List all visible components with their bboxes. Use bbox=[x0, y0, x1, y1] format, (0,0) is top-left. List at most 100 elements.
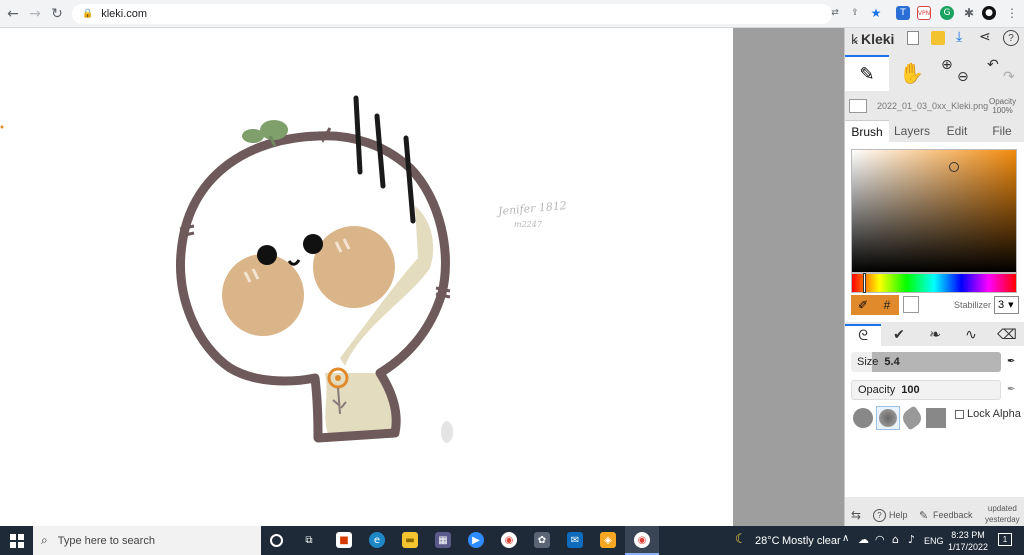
hand-tool-icon[interactable]: ✋ bbox=[899, 61, 924, 85]
size-pressure-icon[interactable]: ✒ bbox=[1007, 356, 1015, 367]
updated-info: updated yesterday bbox=[985, 503, 1020, 525]
save-icon[interactable] bbox=[931, 31, 945, 45]
forward-icon[interactable]: → bbox=[24, 3, 46, 25]
file-name: 2022_01_03_0xx_Kleki.png bbox=[877, 101, 989, 111]
hue-slider[interactable] bbox=[851, 273, 1017, 293]
size-slider[interactable]: Size 5.4 bbox=[851, 352, 1001, 372]
cloud-icon[interactable]: ☁ bbox=[858, 533, 869, 546]
volume-icon[interactable]: ♪ bbox=[908, 533, 915, 546]
extension-blue-icon[interactable]: T bbox=[896, 6, 910, 20]
chrome-app-icon[interactable]: ◉ bbox=[501, 532, 517, 548]
edge-browser-icon[interactable]: e bbox=[369, 532, 385, 548]
square-brush-shape[interactable] bbox=[926, 408, 946, 428]
reload-icon[interactable]: ↻ bbox=[46, 3, 68, 25]
notification-count: 1 bbox=[1002, 535, 1008, 544]
zoom-in-icon[interactable]: ⊕ bbox=[941, 57, 953, 73]
back-icon[interactable]: ← bbox=[2, 3, 24, 25]
swap-side-icon[interactable]: ⇆ bbox=[851, 508, 861, 522]
eraser-icon[interactable]: ⌫ bbox=[989, 324, 1024, 346]
orange-app-icon[interactable]: ◈ bbox=[600, 532, 616, 548]
undo-icon[interactable]: ↶ bbox=[987, 57, 999, 73]
secondary-color-swatch[interactable] bbox=[903, 296, 919, 313]
pen-brush-icon[interactable]: ᘓ bbox=[845, 324, 881, 346]
windows-start-icon[interactable] bbox=[10, 534, 24, 548]
updated-line1: updated bbox=[987, 504, 1017, 513]
share-icon[interactable]: ⇪ bbox=[848, 6, 862, 20]
language-indicator[interactable]: ENG bbox=[924, 536, 944, 546]
lock-icon: 🔒 bbox=[82, 9, 94, 19]
paint-app-icon[interactable]: ✿ bbox=[534, 532, 550, 548]
taskbar-search-box[interactable]: ⌕ Type here to search bbox=[33, 526, 261, 555]
wifi-icon[interactable]: ◠ bbox=[875, 533, 885, 546]
size-label: Size bbox=[857, 356, 879, 368]
hue-slider-handle[interactable] bbox=[863, 273, 866, 293]
eyedropper-icon[interactable]: ✐ bbox=[851, 295, 875, 315]
extension-red-icon[interactable]: VPN bbox=[917, 6, 931, 20]
tab-layers[interactable]: Layers bbox=[889, 120, 935, 142]
help-icon[interactable]: ? bbox=[1003, 30, 1019, 46]
shape-brush-icon[interactable]: ∿ bbox=[953, 324, 989, 346]
network-icon[interactable]: ⌂ bbox=[892, 533, 899, 546]
help-link[interactable]: Help bbox=[889, 510, 908, 520]
tab-brush[interactable]: Brush bbox=[845, 120, 889, 142]
canvas-margin bbox=[733, 28, 844, 526]
brush-tool-icon[interactable]: ✎ bbox=[845, 55, 889, 91]
task-view-icon[interactable]: ⧉ bbox=[301, 532, 317, 548]
chevron-down-icon: ▼ bbox=[1008, 301, 1014, 309]
clock-date: 1/17/2022 bbox=[947, 542, 989, 552]
lock-alpha-checkbox[interactable] bbox=[955, 409, 964, 419]
soft-brush-preview bbox=[879, 409, 897, 427]
color-saturation-picker[interactable] bbox=[851, 149, 1017, 273]
file-explorer-icon[interactable]: ▬ bbox=[402, 532, 418, 548]
translate-icon[interactable]: ⇄ bbox=[828, 6, 842, 20]
opacity-pressure-icon[interactable]: ✒ bbox=[1007, 384, 1015, 395]
help-circle-icon[interactable]: ? bbox=[873, 508, 886, 522]
notification-center-icon[interactable]: 1 bbox=[998, 533, 1012, 546]
hex-input-button[interactable]: # bbox=[875, 295, 899, 315]
soft-brush-shape[interactable] bbox=[876, 406, 900, 430]
windows-taskbar: ⌕ Type here to search ⧉ ■ e ▬ ▦ ▶ ◉ ✿ ✉ … bbox=[0, 526, 1024, 555]
extensions-puzzle-icon[interactable]: ✱ bbox=[962, 6, 976, 20]
office-app-icon[interactable]: ■ bbox=[336, 532, 352, 548]
lock-alpha-option[interactable]: Lock Alpha bbox=[955, 408, 1021, 420]
blend-brush-icon[interactable]: ✔ bbox=[881, 324, 917, 346]
feedback-link[interactable]: Feedback bbox=[933, 510, 973, 520]
redo-icon[interactable]: ↷ bbox=[1003, 69, 1015, 85]
grammarly-icon[interactable]: G bbox=[940, 6, 954, 20]
tab-file[interactable]: File bbox=[979, 120, 1024, 142]
weather-desc[interactable]: Mostly clear bbox=[782, 535, 841, 547]
address-bar[interactable]: 🔒 kleki.com bbox=[72, 4, 832, 24]
bookmark-star-icon[interactable]: ★ bbox=[869, 6, 883, 20]
sketchy-brush-icon[interactable]: ❧ bbox=[917, 324, 953, 346]
stabilizer-select[interactable]: 3 ▼ bbox=[994, 296, 1019, 314]
stabilizer-value: 3 bbox=[998, 299, 1005, 311]
drawing-canvas[interactable]: Jenifer 1812 m2247 bbox=[0, 28, 733, 526]
moon-weather-icon: ☾ bbox=[735, 532, 747, 547]
profile-avatar[interactable]: ● bbox=[982, 6, 996, 20]
tray-chevron-icon[interactable]: ∧ bbox=[842, 533, 849, 544]
panel-footer: ⇆ ? Help ✎ Feedback updated yesterday bbox=[845, 504, 1024, 526]
brush-opacity-slider[interactable]: Opacity 100 bbox=[851, 380, 1001, 400]
download-icon[interactable]: ⤓ bbox=[956, 29, 962, 45]
opacity-indicator-value: 100% bbox=[992, 106, 1013, 115]
chrome-active-icon: ◉ bbox=[634, 532, 650, 548]
signature-subtext: m2247 bbox=[514, 220, 542, 229]
tab-edit[interactable]: Edit bbox=[935, 120, 979, 142]
weather-temp[interactable]: 28°C bbox=[755, 535, 780, 547]
zoom-app-icon[interactable]: ▶ bbox=[468, 532, 484, 548]
panel-header: ꝃ Kleki ⤓ ⋖ ? bbox=[845, 28, 1024, 50]
mail-app-icon[interactable]: ✉ bbox=[567, 532, 583, 548]
zoom-out-icon[interactable]: ⊖ bbox=[957, 69, 969, 85]
opacity-indicator-label: Opacity bbox=[989, 97, 1017, 106]
clock-time: 8:23 PM bbox=[951, 530, 985, 540]
color-picker-handle[interactable] bbox=[949, 162, 959, 172]
feedback-icon[interactable]: ✎ bbox=[919, 509, 928, 522]
store-icon[interactable]: ▦ bbox=[435, 532, 451, 548]
clock[interactable]: 8:23 PM 1/17/2022 bbox=[945, 529, 991, 553]
cortana-icon[interactable] bbox=[270, 534, 283, 547]
browser-menu-icon[interactable]: ⋮ bbox=[1005, 6, 1019, 20]
round-brush-shape[interactable] bbox=[853, 408, 873, 428]
active-chrome-taskbar-item[interactable]: ◉ bbox=[625, 526, 659, 555]
new-image-icon[interactable] bbox=[907, 31, 919, 45]
share-icon[interactable]: ⋖ bbox=[979, 29, 991, 45]
